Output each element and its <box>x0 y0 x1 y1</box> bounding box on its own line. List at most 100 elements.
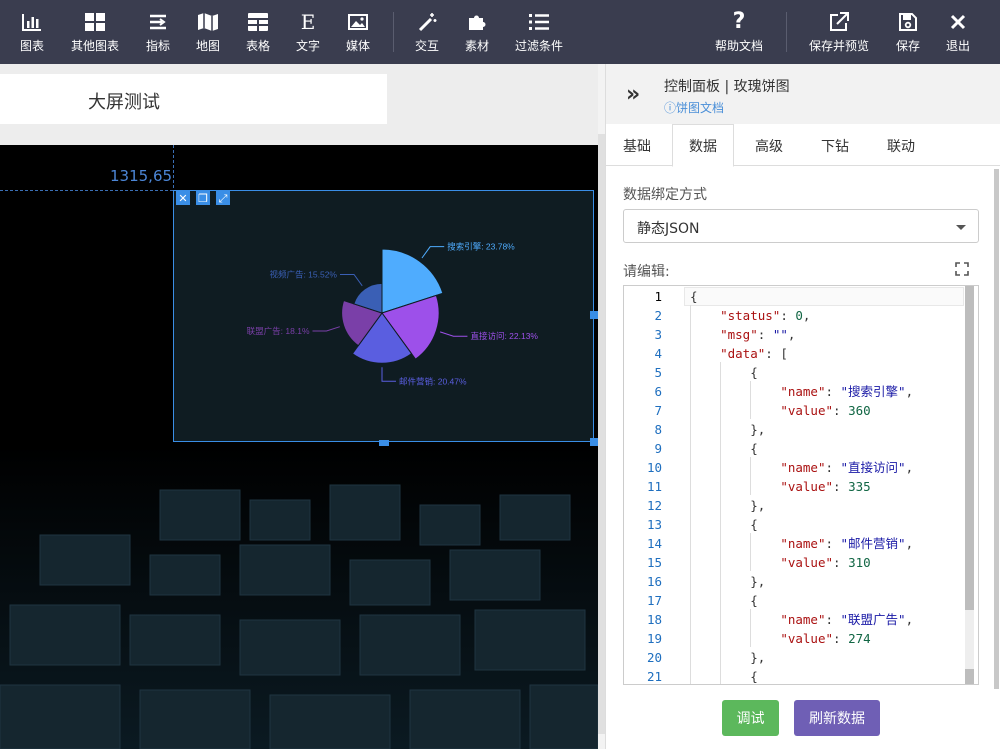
label-leader-line <box>381 367 396 382</box>
toolbar-item-other-charts[interactable]: 其他图表 <box>68 0 122 64</box>
toolbar-item-filters[interactable]: 过滤条件 <box>513 0 565 64</box>
code-line: "value": 310 <box>780 555 871 570</box>
refresh-data-button[interactable]: 刷新数据 <box>794 700 880 736</box>
collapse-panel-icon[interactable]: » <box>626 82 640 107</box>
toolbar-item-help[interactable]: ? 帮助文档 <box>712 0 766 64</box>
code-line: { <box>690 669 758 684</box>
toolbar-item-assets[interactable]: 素材 <box>463 0 491 64</box>
resize-handle-right[interactable] <box>590 311 598 319</box>
toolbar-label: 表格 <box>245 38 270 53</box>
line-number: 6 <box>654 384 662 399</box>
tab-data[interactable]: 数据 <box>672 124 734 167</box>
line-number: 18 <box>646 612 662 627</box>
editor-label: 请编辑: <box>623 264 670 280</box>
line-number: 9 <box>654 441 662 456</box>
panel-title: 控制面板 | 玫瑰饼图 <box>664 79 790 95</box>
toolbar-item-indicator[interactable]: 指标 <box>144 0 172 64</box>
line-number: 17 <box>646 593 662 608</box>
rose-pie-widget[interactable]: ✕ ❐ ⤢ 搜索引擎: 23.78% 直接访问: 22.13% 邮件营销: 20.4… <box>173 190 598 446</box>
indicator-icon <box>147 11 169 33</box>
horizontal-guide-line <box>0 190 173 191</box>
line-number: 10 <box>646 460 662 475</box>
code-line: "msg": "", <box>720 327 796 342</box>
panel-tabs: 基础 数据 高级 下钻 联动 <box>606 124 1000 167</box>
toolbar-item-media[interactable]: 媒体 <box>344 0 372 64</box>
external-link-icon <box>828 11 850 33</box>
line-number: 7 <box>654 403 662 418</box>
toolbar-item-map[interactable]: 地图 <box>194 0 222 64</box>
tab-linkage[interactable]: 联动 <box>870 124 932 167</box>
json-value: 360 <box>848 403 871 418</box>
toolbar-item-exit[interactable]: 退出 <box>944 0 972 64</box>
toolbar-label: 图表 <box>19 38 44 53</box>
toolbar-label: 媒体 <box>345 38 370 53</box>
toolbar-label: 文字 <box>295 38 320 53</box>
code-line: { <box>690 593 758 608</box>
json-editor[interactable]: 1 2 3 4 5 6 7 8 9 10 11 12 13 14 15 16 17 18 19 20 21 { "sta… <box>623 285 979 685</box>
screen-title: 大屏测试 <box>88 92 160 113</box>
top-toolbar: 图表 其他图表 指标 地图 表格 E 文字 媒体 交互 素材 过滤条件 ? 帮助… <box>0 0 1000 64</box>
tab-drilldown[interactable]: 下钻 <box>804 124 866 167</box>
slice-label: 邮件营销: 20.47% <box>399 376 467 386</box>
binding-label: 数据绑定方式 <box>623 187 707 203</box>
design-canvas[interactable]: 大屏测试 1315,65 ✕ ❐ ⤢ 搜索引擎: 23.78% 直接访问: 22… <box>0 64 605 749</box>
json-value: 274 <box>848 631 871 646</box>
city-background-image <box>0 445 598 749</box>
code-line: { <box>690 517 758 532</box>
tab-basic[interactable]: 基础 <box>606 124 668 167</box>
canvas-scrollbar[interactable] <box>598 64 605 749</box>
dark-stage[interactable]: 1315,65 ✕ ❐ ⤢ 搜索引擎: 23.78% 直接访问: 22.13% 邮件… <box>0 145 598 749</box>
list-icon <box>528 11 550 33</box>
debug-button[interactable]: 调试 <box>722 700 779 736</box>
toolbar-item-chart[interactable]: 图表 <box>18 0 46 64</box>
toolbar-label: 素材 <box>464 38 489 53</box>
line-number: 20 <box>646 650 662 665</box>
toolbar-item-text[interactable]: E 文字 <box>294 0 322 64</box>
line-number: 1 <box>654 289 662 304</box>
toolbar-item-save[interactable]: 保存 <box>894 0 922 64</box>
panel-scrollbar[interactable] <box>994 169 999 689</box>
doc-link[interactable]: ⓘ饼图文档 <box>664 99 724 116</box>
toolbar-label: 地图 <box>195 38 220 53</box>
line-number: 5 <box>654 365 662 380</box>
toolbar-label: 过滤条件 <box>514 38 563 53</box>
line-number: 3 <box>654 327 662 342</box>
tab-label: 联动 <box>887 138 915 155</box>
tab-advanced[interactable]: 高级 <box>738 124 800 167</box>
tab-label: 下钻 <box>821 138 849 155</box>
code-line: "name": "直接访问", <box>780 460 914 475</box>
caret-down-icon <box>956 225 966 230</box>
slice-label: 直接访问: 22.13% <box>470 331 538 341</box>
screen-title-box[interactable]: 大屏测试 <box>0 74 387 124</box>
json-name: "搜索引擎" <box>840 384 906 399</box>
fullscreen-icon[interactable] <box>955 262 969 276</box>
editor-scrollbar-thumb[interactable] <box>965 286 974 610</box>
code-line: "name": "邮件营销", <box>780 536 914 551</box>
code-area[interactable]: { "status": 0, "msg": "", "data": [ { "n… <box>690 286 965 684</box>
line-number: 11 <box>646 479 662 494</box>
toolbar-label: 退出 <box>945 38 970 53</box>
text-icon: E <box>300 9 316 34</box>
map-icon <box>197 11 219 33</box>
toolbar-item-save-preview[interactable]: 保存并预览 <box>806 0 872 64</box>
editor-scrollbar[interactable] <box>965 286 974 684</box>
label-leader-line <box>312 326 340 332</box>
code-line: { <box>690 441 758 456</box>
toolbar-item-interaction[interactable]: 交互 <box>413 0 441 64</box>
resize-handle-bottom[interactable] <box>379 440 389 446</box>
line-number: 12 <box>646 498 662 513</box>
slice-label: 搜索引擎: 23.78% <box>447 242 515 252</box>
line-number: 14 <box>646 536 662 551</box>
canvas-scrollbar-thumb[interactable] <box>598 134 605 734</box>
binding-select[interactable]: 静态JSON <box>623 209 979 243</box>
line-number: 4 <box>654 346 662 361</box>
slice-label: 视频广告: 15.52% <box>269 269 337 279</box>
editor-scrollbar-bottom[interactable] <box>965 669 974 684</box>
save-icon <box>897 11 919 33</box>
toolbar-item-table[interactable]: 表格 <box>244 0 272 64</box>
json-name: "联盟广告" <box>840 612 906 627</box>
line-number-gutter: 1 2 3 4 5 6 7 8 9 10 11 12 13 14 15 16 17 18 19 20 21 <box>624 286 684 684</box>
line-number: 16 <box>646 574 662 589</box>
resize-handle-corner[interactable] <box>590 438 598 446</box>
json-name: "直接访问" <box>840 460 906 475</box>
